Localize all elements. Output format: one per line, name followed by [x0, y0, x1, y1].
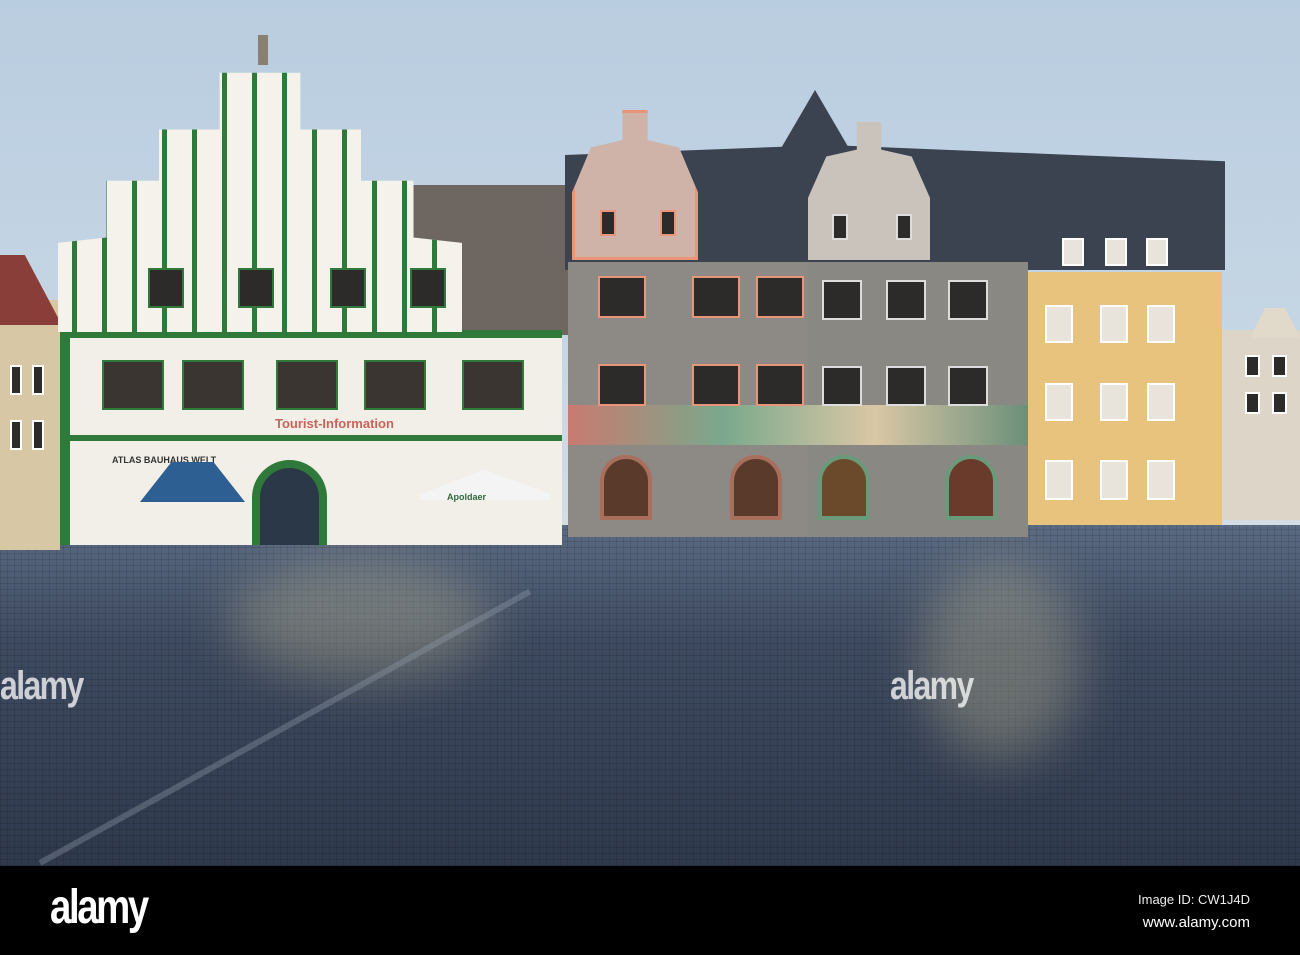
- window: [756, 276, 804, 318]
- window: [822, 366, 862, 406]
- alamy-logo: alamy: [50, 881, 149, 934]
- window: [10, 365, 22, 395]
- window: [364, 360, 426, 410]
- cobblestone-plaza: [0, 525, 1300, 866]
- arched-window: [600, 455, 652, 520]
- red-roof: [0, 255, 62, 325]
- window: [1100, 305, 1128, 343]
- window: [660, 210, 676, 236]
- window: [1062, 238, 1084, 266]
- window: [10, 420, 22, 450]
- window: [1147, 460, 1175, 500]
- window: [1100, 460, 1128, 500]
- photo-weimar-market-square: Tourist-Information ATLAS BAUHAUS WELT A…: [0, 0, 1300, 866]
- window: [1272, 392, 1287, 414]
- orange-gable: [572, 110, 698, 260]
- window: [600, 210, 616, 236]
- tourist-information-sign: Tourist-Information: [275, 416, 394, 431]
- watermark: alamy: [0, 664, 84, 708]
- window: [886, 280, 926, 320]
- window: [1045, 383, 1073, 421]
- arched-window: [818, 455, 870, 520]
- website-link[interactable]: www.alamy.com: [1143, 914, 1250, 931]
- window: [598, 276, 646, 318]
- ornamented-frieze: [568, 405, 1028, 445]
- window: [1105, 238, 1127, 266]
- statue: [258, 35, 268, 65]
- window: [886, 366, 926, 406]
- window: [896, 214, 912, 240]
- arched-door: [252, 460, 327, 545]
- light-reflection: [230, 560, 490, 680]
- building-right-edge: [1222, 330, 1300, 520]
- window: [276, 360, 338, 410]
- window: [182, 360, 244, 410]
- arched-window: [730, 455, 782, 520]
- umbrella-sign: Apoldaer: [447, 492, 487, 502]
- image-id: Image ID: CW1J4D: [1138, 892, 1250, 907]
- window: [1045, 460, 1073, 500]
- window: [692, 276, 740, 318]
- window: [1146, 238, 1168, 266]
- watermark: alamy: [890, 664, 974, 708]
- window: [32, 420, 44, 450]
- window: [822, 280, 862, 320]
- window: [1245, 355, 1260, 377]
- cornice: [60, 435, 562, 441]
- window: [598, 364, 646, 406]
- building-left-edge: [0, 300, 60, 550]
- window: [462, 360, 524, 410]
- window: [32, 365, 44, 395]
- tower-roof: [780, 90, 850, 150]
- window: [238, 268, 274, 308]
- window: [1245, 392, 1260, 414]
- window: [1045, 305, 1073, 343]
- window: [692, 364, 740, 406]
- window: [1100, 383, 1128, 421]
- window: [148, 268, 184, 308]
- arched-window: [945, 455, 997, 520]
- window: [948, 280, 988, 320]
- window: [832, 214, 848, 240]
- window: [1147, 383, 1175, 421]
- window: [1272, 355, 1287, 377]
- window: [948, 366, 988, 406]
- window: [756, 364, 804, 406]
- window: [330, 268, 366, 308]
- window: [1147, 305, 1175, 343]
- footer-bar: [0, 866, 1300, 955]
- light-reflection: [920, 560, 1080, 760]
- gable-right: [1250, 308, 1300, 338]
- window: [102, 360, 164, 410]
- window: [410, 268, 446, 308]
